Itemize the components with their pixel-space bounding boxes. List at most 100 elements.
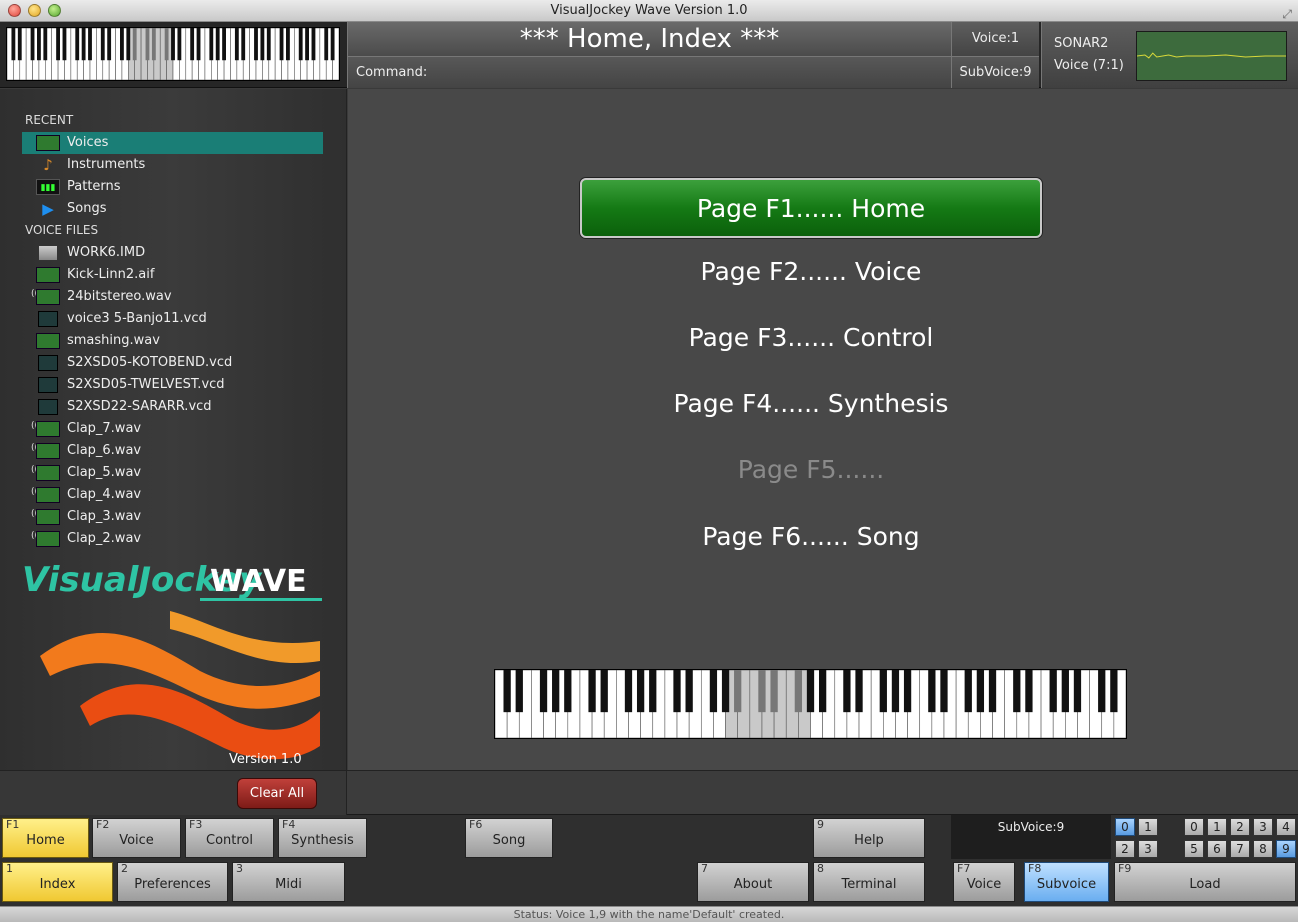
recent-item-songs[interactable]: ▶ Songs — [22, 198, 323, 220]
black-key[interactable] — [806, 670, 815, 713]
file-item[interactable]: voice3 5-Banjo11.vcd — [22, 308, 323, 330]
black-key[interactable] — [709, 670, 718, 713]
black-key[interactable] — [685, 670, 693, 713]
black-key[interactable] — [1073, 670, 1082, 713]
black-key[interactable] — [976, 670, 985, 713]
numpad-right-8[interactable]: 8 — [1253, 840, 1273, 858]
black-key[interactable] — [330, 28, 335, 61]
black-key[interactable] — [624, 670, 633, 713]
f2-voice-button[interactable]: F2 Voice — [92, 818, 181, 858]
page-link-voice[interactable]: Page F2...... Voice — [580, 243, 1042, 303]
black-key[interactable] — [903, 670, 912, 713]
zoom-window-button[interactable] — [48, 4, 61, 17]
file-item[interactable]: ((· Clap_2.wav — [22, 528, 323, 550]
black-key[interactable] — [770, 670, 778, 713]
black-key[interactable] — [879, 670, 887, 713]
black-key[interactable] — [107, 28, 112, 61]
file-item[interactable]: Kick-Linn2.aif — [22, 264, 323, 286]
help-button[interactable]: 9 Help — [813, 818, 925, 858]
black-key[interactable] — [503, 670, 511, 713]
numpad-right-6[interactable]: 6 — [1207, 840, 1227, 858]
black-key[interactable] — [171, 28, 175, 61]
black-key[interactable] — [940, 670, 948, 713]
black-key[interactable] — [794, 670, 803, 713]
black-key[interactable] — [564, 670, 572, 713]
file-item[interactable]: S2XSD05-KOTOBEND.vcd — [22, 352, 323, 374]
black-key[interactable] — [1098, 670, 1106, 713]
page-link-control[interactable]: Page F3...... Control — [580, 309, 1042, 369]
black-key[interactable] — [241, 28, 246, 61]
file-item[interactable]: ((· Clap_4.wav — [22, 484, 323, 506]
black-key[interactable] — [539, 670, 548, 713]
black-key[interactable] — [222, 28, 226, 61]
numpad-left-0[interactable]: 0 — [1115, 818, 1135, 836]
black-key[interactable] — [964, 670, 972, 713]
preferences-button[interactable]: 2 Preferences — [117, 862, 228, 902]
black-key[interactable] — [298, 28, 303, 61]
black-key[interactable] — [818, 670, 827, 713]
black-key[interactable] — [75, 28, 80, 61]
black-key[interactable] — [891, 670, 900, 713]
file-item[interactable]: ((· Clap_5.wav — [22, 462, 323, 484]
black-key[interactable] — [177, 28, 182, 61]
numpad-right-1[interactable]: 1 — [1207, 818, 1227, 836]
black-key[interactable] — [254, 28, 258, 61]
close-window-button[interactable] — [8, 4, 21, 17]
black-key[interactable] — [636, 670, 645, 713]
numpad-right-2[interactable]: 2 — [1230, 818, 1250, 836]
minimize-window-button[interactable] — [28, 4, 41, 17]
black-key[interactable] — [673, 670, 681, 713]
black-key[interactable] — [1013, 670, 1021, 713]
black-key[interactable] — [552, 670, 560, 713]
black-key[interactable] — [209, 28, 214, 61]
file-item[interactable]: smashing.wav — [22, 330, 323, 352]
f1-home-button[interactable]: F1 Home — [2, 818, 89, 858]
file-item[interactable]: S2XSD22-SARARR.vcd — [22, 396, 323, 418]
numpad-right-4[interactable]: 4 — [1276, 818, 1296, 836]
black-key[interactable] — [62, 28, 67, 61]
black-key[interactable] — [190, 28, 195, 61]
black-key[interactable] — [215, 28, 220, 61]
recent-item-instruments[interactable]: ♪ Instruments — [22, 154, 323, 176]
black-key[interactable] — [145, 28, 150, 61]
f7-voice-button[interactable]: F7 Voice — [953, 862, 1015, 902]
black-key[interactable] — [721, 670, 730, 713]
black-key[interactable] — [120, 28, 124, 61]
black-key[interactable] — [928, 670, 936, 713]
black-key[interactable] — [30, 28, 35, 61]
black-key[interactable] — [988, 670, 997, 713]
numpad-right-9[interactable]: 9 — [1276, 840, 1296, 858]
file-item[interactable]: ((· Clap_6.wav — [22, 440, 323, 462]
black-key[interactable] — [649, 670, 657, 713]
midi-button[interactable]: 3 Midi — [232, 862, 345, 902]
page-link-synthesis[interactable]: Page F4...... Synthesis — [580, 375, 1042, 435]
black-key[interactable] — [100, 28, 105, 61]
terminal-button[interactable]: 8 Terminal — [813, 862, 925, 902]
black-key[interactable] — [1110, 670, 1118, 713]
clear-all-button[interactable]: Clear All — [237, 778, 317, 809]
numpad-left-1[interactable]: 1 — [1138, 818, 1158, 836]
black-key[interactable] — [196, 28, 201, 61]
file-item[interactable]: WORK6.IMD — [22, 242, 323, 264]
black-key[interactable] — [311, 28, 316, 61]
black-key[interactable] — [266, 28, 271, 61]
black-key[interactable] — [11, 28, 16, 61]
black-key[interactable] — [1025, 670, 1033, 713]
black-key[interactable] — [151, 28, 156, 61]
black-key[interactable] — [56, 28, 60, 61]
black-key[interactable] — [88, 28, 92, 61]
command-line[interactable]: Command: — [347, 56, 951, 88]
black-key[interactable] — [305, 28, 309, 61]
recent-item-voices[interactable]: Voices — [22, 132, 323, 154]
f4-synthesis-button[interactable]: F4 Synthesis — [278, 818, 367, 858]
numpad-right-5[interactable]: 5 — [1184, 840, 1204, 858]
black-key[interactable] — [324, 28, 329, 61]
black-key[interactable] — [758, 670, 766, 713]
f3-control-button[interactable]: F3 Control — [185, 818, 274, 858]
black-key[interactable] — [588, 670, 596, 713]
file-item[interactable]: ((· 24bitstereo.wav — [22, 286, 323, 308]
black-key[interactable] — [81, 28, 86, 61]
black-key[interactable] — [132, 28, 137, 61]
mini-keyboard[interactable] — [6, 27, 340, 81]
file-item[interactable]: ((· Clap_7.wav — [22, 418, 323, 440]
